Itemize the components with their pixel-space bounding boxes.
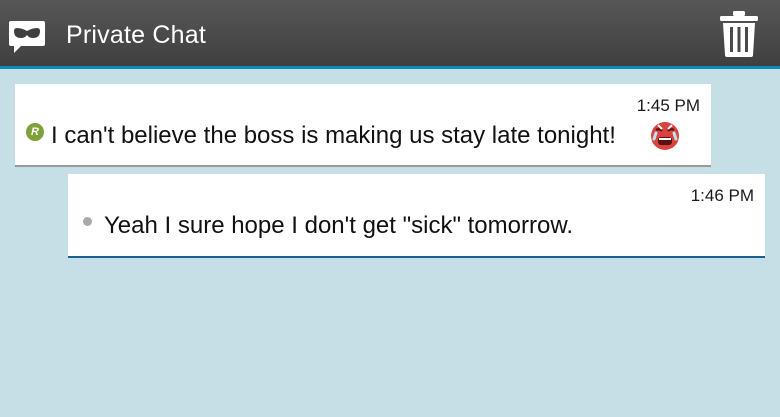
message-timestamp: 1:46 PM [690,186,754,205]
trash-icon[interactable] [718,10,760,58]
private-chat-mask-icon [9,21,45,53]
message-timestamp: 1:45 PM [636,96,700,115]
message-text: Yeah I sure hope I don't get "sick" tomo… [104,212,573,239]
delivery-status-dot [83,217,92,226]
title-bar: Private Chat [0,0,780,69]
message-bubble-received[interactable]: 1:45 PM R I can't believe the boss is ma… [15,84,711,167]
message-bubble-sent[interactable]: 1:46 PM Yeah I sure hope I don't get "si… [68,174,765,258]
sender-avatar: R [26,123,44,141]
page-title: Private Chat [66,21,206,49]
message-text: I can't believe the boss is making us st… [51,122,616,149]
crying-angry-face-icon [651,122,679,150]
